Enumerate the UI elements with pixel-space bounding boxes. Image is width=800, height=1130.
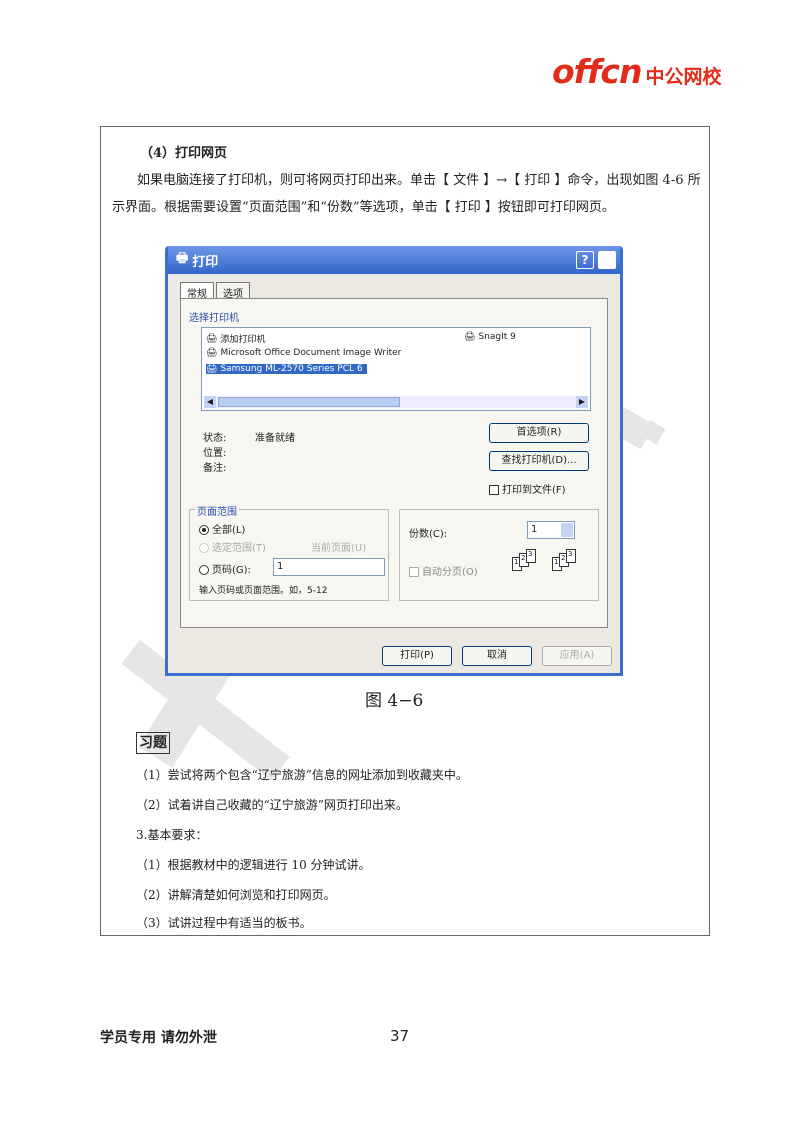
- page-icon: 3: [526, 549, 536, 563]
- print-to-file-checkbox[interactable]: 打印到文件(F): [489, 481, 566, 496]
- section-paragraph: 如果电脑连接了打印机，则可将网页打印出来。单击【 文件 】→【 打印 】命令，出…: [112, 173, 701, 215]
- page-range-label: 页面范围: [195, 503, 239, 518]
- collate-checkbox[interactable]: 自动分页(O): [409, 563, 478, 578]
- printer-group-label: 选择打印机: [189, 313, 239, 324]
- page-icon: 3: [566, 549, 576, 563]
- radio-icon: [199, 543, 209, 553]
- status-value: 准备就绪: [255, 433, 295, 444]
- printer-list[interactable]: 🖨 添加打印机 🖨 Microsoft Office Document Image …: [201, 327, 591, 411]
- copies-label: 份数(C):: [409, 529, 448, 540]
- horizontal-scrollbar[interactable]: ◀ ▶: [204, 396, 588, 408]
- printer-icon: 🖶: [176, 251, 189, 266]
- copies-input[interactable]: 1: [527, 521, 575, 539]
- brand-logo: offcn 中公网校: [552, 52, 721, 91]
- exercise-item: （1）尝试将两个包含“辽宁旅游”信息的网址添加到收藏夹中。: [136, 768, 468, 782]
- logo-brand-text: offcn: [552, 52, 642, 91]
- printer-item[interactable]: 🖨 Microsoft Office Document Image Writer: [206, 348, 401, 358]
- dialog-title-bar: 🖶 打印 ?: [168, 246, 620, 274]
- help-button[interactable]: ?: [576, 251, 594, 269]
- range-all-radio[interactable]: 全部(L): [199, 521, 245, 536]
- scroll-thumb[interactable]: [218, 397, 400, 407]
- printer-icon: 🖨: [206, 348, 218, 358]
- collate-pages-icon: 123: [512, 549, 536, 571]
- exercise-item: （2）试着讲自己收藏的“辽宁旅游”网页打印出来。: [136, 798, 408, 812]
- spin-icon[interactable]: [561, 523, 573, 537]
- range-selection-radio[interactable]: 选定范围(T): [199, 539, 266, 554]
- add-printer-icon: 🖨: [206, 333, 218, 344]
- requirement-item: （1）根据教材中的逻辑进行 10 分钟试讲。: [136, 858, 371, 872]
- print-button[interactable]: 打印(P): [382, 646, 452, 666]
- tab-panel-general: 选择打印机 🖨 添加打印机 🖨 Microsoft Office Document …: [180, 298, 608, 628]
- scroll-left-icon[interactable]: ◀: [204, 396, 216, 408]
- radio-selected-icon: [199, 525, 209, 535]
- print-dialog-figure: 🖶 打印 ? 常规 选项 选择打印机 🖨 添加打印机 🖨 Microsoft Off…: [165, 246, 623, 676]
- pages-input[interactable]: 1: [273, 558, 385, 576]
- location-label: 位置:: [203, 448, 227, 459]
- logo-name-text: 中公网校: [645, 66, 722, 88]
- printer-item[interactable]: 🖨 SnagIt 9: [464, 332, 516, 342]
- dialog-title: 打印: [192, 254, 219, 270]
- pages-hint: 输入页码或页面范围。如，5-12: [199, 586, 328, 596]
- range-pages-radio[interactable]: 页码(G):: [199, 561, 251, 576]
- footer-notice: 学员专用 请勿外泄: [100, 1030, 217, 1046]
- requirement-item: （2）讲解清楚如何浏览和打印网页。: [136, 888, 336, 902]
- section-heading: （4）打印网页: [140, 146, 228, 161]
- radio-icon: [199, 565, 209, 575]
- exercises-title: 习题: [136, 732, 170, 754]
- printer-item-selected[interactable]: 🖨 Samsung ML-2570 Series PCL 6: [206, 364, 367, 374]
- scroll-right-icon[interactable]: ▶: [576, 396, 588, 408]
- preferences-button[interactable]: 首选项(R): [489, 423, 589, 443]
- cancel-button[interactable]: 取消: [462, 646, 532, 666]
- printer-icon: 🖨: [206, 364, 218, 374]
- figure-caption: 图 4−6: [365, 691, 424, 711]
- close-button[interactable]: [598, 251, 616, 269]
- apply-button[interactable]: 应用(A): [542, 646, 612, 666]
- status-label: 状态:: [203, 433, 227, 444]
- collate-pages-icon: 123: [552, 549, 576, 571]
- printer-item[interactable]: 🖨 添加打印机: [206, 332, 265, 346]
- requirements-title: 3.基本要求：: [136, 828, 208, 842]
- printer-icon: 🖨: [464, 332, 476, 342]
- find-printer-button[interactable]: 查找打印机(D)...: [489, 451, 589, 471]
- range-current-radio[interactable]: 当前页面(U): [311, 539, 366, 554]
- checkbox-icon: [489, 485, 499, 495]
- comment-label: 备注:: [203, 463, 227, 474]
- requirement-item: （3）试讲过程中有适当的板书。: [136, 916, 312, 930]
- page-number: 37: [390, 1027, 410, 1045]
- checkbox-icon: [409, 567, 419, 577]
